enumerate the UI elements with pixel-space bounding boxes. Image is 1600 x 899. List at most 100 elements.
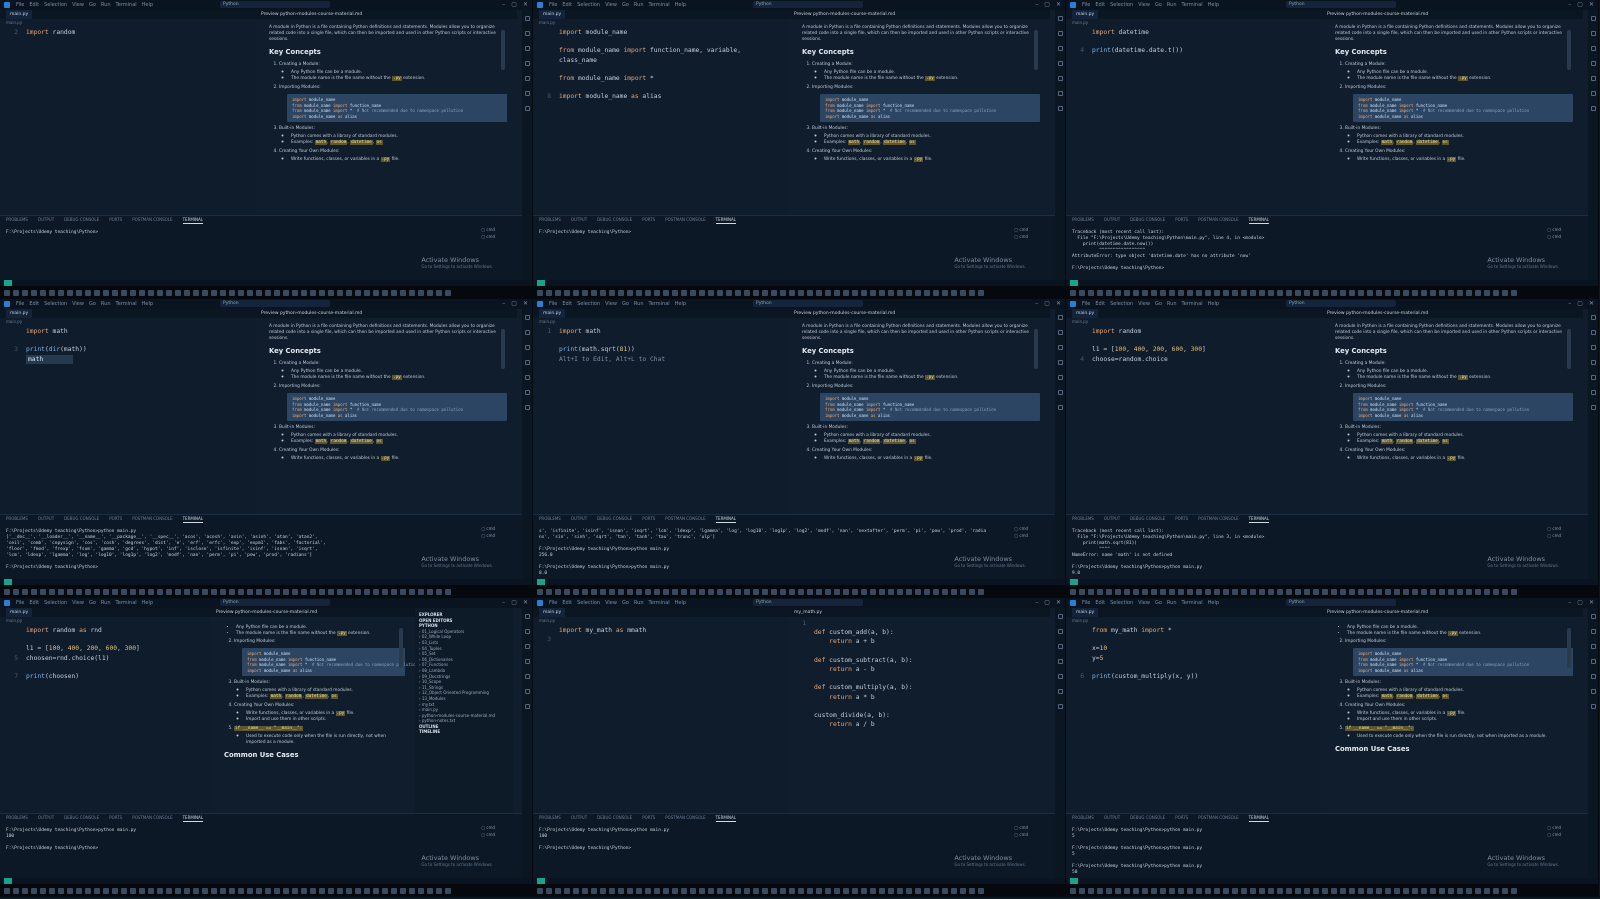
- taskbar-app-icon[interactable]: [409, 887, 415, 894]
- menu-item[interactable]: Help: [675, 600, 686, 606]
- maximize-icon[interactable]: ▢: [1577, 1, 1583, 8]
- minimize-icon[interactable]: –: [1035, 300, 1038, 307]
- terminal-panel-tab[interactable]: POSTMAN CONSOLE: [665, 515, 705, 523]
- taskbar-app-icon[interactable]: [58, 588, 64, 595]
- taskbar-app-icon[interactable]: [13, 887, 19, 894]
- autocomplete-suggestion[interactable]: math: [4, 354, 255, 364]
- terminal-instance[interactable]: ▢ cmd: [1547, 831, 1561, 838]
- terminal-output[interactable]: F:\Projects\Udemy teaching\Python>python…: [533, 822, 1056, 852]
- taskbar-app-icon[interactable]: [708, 588, 714, 595]
- taskbar-app-icon[interactable]: [906, 289, 912, 296]
- code-line[interactable]: 1 import math: [537, 327, 788, 336]
- close-icon[interactable]: ✕: [1056, 599, 1061, 606]
- activity-bar-icon[interactable]: [524, 629, 530, 634]
- activity-bar-icon[interactable]: [524, 689, 530, 694]
- taskbar-app-icon[interactable]: [31, 289, 37, 296]
- taskbar-app-icon[interactable]: [1295, 887, 1301, 894]
- taskbar-app-icon[interactable]: [1124, 887, 1130, 894]
- taskbar-app-icon[interactable]: [609, 887, 615, 894]
- taskbar-app-icon[interactable]: [130, 887, 136, 894]
- taskbar-app-icon[interactable]: [1124, 289, 1130, 296]
- terminal-panel-tab[interactable]: TERMINAL: [182, 814, 203, 822]
- command-center[interactable]: Python: [753, 599, 863, 606]
- activity-bar-icon[interactable]: [1057, 360, 1063, 365]
- code-area[interactable]: import math 3 print(dir(math)) math: [0, 325, 255, 364]
- terminal-output[interactable]: F:\Projects\Udemy teaching\Python>: [0, 224, 523, 236]
- taskbar-app-icon[interactable]: [1232, 289, 1238, 296]
- menu-item[interactable]: Selection: [44, 2, 67, 8]
- taskbar-app-icon[interactable]: [645, 289, 651, 296]
- maximize-icon[interactable]: ▢: [1577, 599, 1583, 606]
- breadcrumb[interactable]: main.py: [1066, 19, 1321, 26]
- taskbar-app-icon[interactable]: [1250, 588, 1256, 595]
- breadcrumb[interactable]: main.py: [0, 318, 255, 325]
- taskbar-app-icon[interactable]: [274, 588, 280, 595]
- menu-item[interactable]: Selection: [1110, 600, 1133, 606]
- taskbar-app-icon[interactable]: [130, 588, 136, 595]
- code-line[interactable]: [4, 663, 210, 672]
- taskbar-app-icon[interactable]: [681, 588, 687, 595]
- taskbar-app-icon[interactable]: [654, 887, 660, 894]
- taskbar-app-icon[interactable]: [1358, 289, 1364, 296]
- code-area[interactable]: import random l1 = [100, 400, 200, 600, 3…: [1066, 325, 1321, 364]
- menu-item[interactable]: Selection: [1110, 2, 1133, 8]
- terminal-panel-tab[interactable]: POSTMAN CONSOLE: [1198, 515, 1238, 523]
- code-line[interactable]: import my_math as mmath: [537, 626, 788, 635]
- taskbar-app-icon[interactable]: [924, 289, 930, 296]
- preview-tab[interactable]: Preview python-modules-course-material.m…: [210, 608, 415, 617]
- editor-tab-main[interactable]: main.py: [6, 309, 33, 318]
- code-line[interactable]: return a - b: [792, 665, 1050, 674]
- taskbar-app-icon[interactable]: [744, 289, 750, 296]
- taskbar-app-icon[interactable]: [1493, 887, 1499, 894]
- breadcrumb[interactable]: main.py: [1066, 318, 1321, 325]
- taskbar-app-icon[interactable]: [1223, 289, 1229, 296]
- activity-bar-icon[interactable]: [1057, 91, 1063, 96]
- taskbar-app-icon[interactable]: [933, 289, 939, 296]
- code-area[interactable]: 1 def custom_add(a, b): return a + b def c…: [788, 617, 1050, 729]
- taskbar-app-icon[interactable]: [636, 588, 642, 595]
- scrollbar[interactable]: [501, 30, 505, 70]
- code-line[interactable]: [792, 674, 1050, 683]
- taskbar-app-icon[interactable]: [13, 289, 19, 296]
- activity-bar-icon[interactable]: [1590, 704, 1596, 709]
- taskbar-app-icon[interactable]: [328, 588, 334, 595]
- taskbar-app-icon[interactable]: [229, 887, 235, 894]
- taskbar-app-icon[interactable]: [319, 887, 325, 894]
- taskbar-app-icon[interactable]: [879, 588, 885, 595]
- taskbar-app-icon[interactable]: [1241, 588, 1247, 595]
- taskbar-app-icon[interactable]: [166, 588, 172, 595]
- terminal-panel-tab[interactable]: PORTS: [642, 814, 655, 822]
- taskbar-app-icon[interactable]: [645, 588, 651, 595]
- menu-item[interactable]: Help: [142, 600, 153, 606]
- taskbar-app-icon[interactable]: [744, 887, 750, 894]
- menu-item[interactable]: Help: [675, 301, 686, 307]
- terminal-panel-tab[interactable]: PORTS: [642, 515, 655, 523]
- taskbar-app-icon[interactable]: [283, 887, 289, 894]
- taskbar-app-icon[interactable]: [418, 887, 424, 894]
- close-icon[interactable]: ✕: [1056, 300, 1061, 307]
- taskbar-app-icon[interactable]: [1322, 289, 1328, 296]
- taskbar-app-icon[interactable]: [609, 289, 615, 296]
- activity-bar-icon[interactable]: [524, 315, 530, 320]
- taskbar-app-icon[interactable]: [391, 289, 397, 296]
- terminal-panel-tab[interactable]: POSTMAN CONSOLE: [1198, 814, 1238, 822]
- taskbar-app-icon[interactable]: [834, 887, 840, 894]
- menu-item[interactable]: Terminal: [649, 600, 670, 606]
- taskbar-app-icon[interactable]: [1142, 887, 1148, 894]
- taskbar-app-icon[interactable]: [1115, 887, 1121, 894]
- taskbar-app-icon[interactable]: [67, 289, 73, 296]
- taskbar-app-icon[interactable]: [699, 588, 705, 595]
- taskbar-app-icon[interactable]: [202, 289, 208, 296]
- menu-item[interactable]: Go: [89, 2, 96, 8]
- scrollbar[interactable]: [501, 329, 505, 369]
- terminal-panel-tab[interactable]: POSTMAN CONSOLE: [132, 216, 172, 224]
- taskbar-app-icon[interactable]: [816, 289, 822, 296]
- taskbar-app-icon[interactable]: [193, 887, 199, 894]
- taskbar-app-icon[interactable]: [978, 588, 984, 595]
- taskbar-app-icon[interactable]: [672, 588, 678, 595]
- activity-bar-icon[interactable]: [524, 704, 530, 709]
- taskbar-app-icon[interactable]: [915, 588, 921, 595]
- scrollbar[interactable]: [1567, 30, 1571, 70]
- taskbar-app-icon[interactable]: [1151, 588, 1157, 595]
- minimize-icon[interactable]: –: [1035, 599, 1038, 606]
